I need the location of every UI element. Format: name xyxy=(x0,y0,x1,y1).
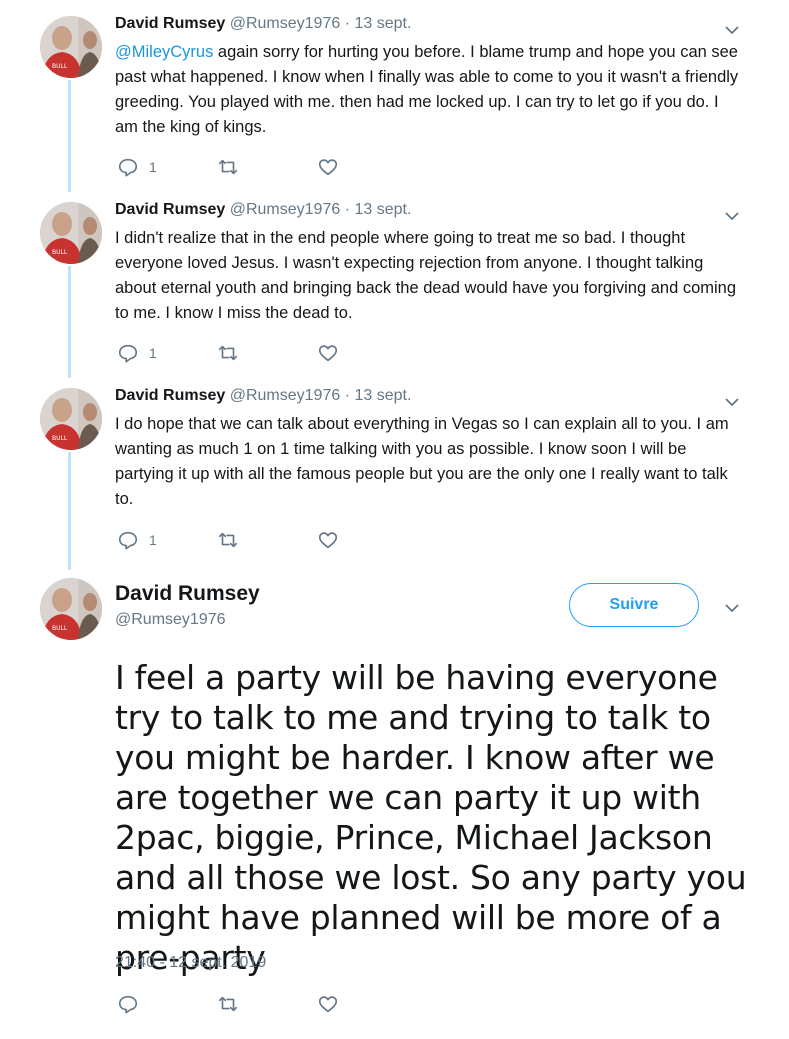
avatar[interactable]: BULL xyxy=(40,578,102,640)
tweet-date[interactable]: 13 sept. xyxy=(354,387,411,404)
avatar[interactable]: BULL xyxy=(40,388,102,450)
author-handle[interactable]: @Rumsey1976 xyxy=(230,201,341,218)
retweet-icon xyxy=(218,532,238,548)
tweet-text: I didn't realize that in the end people … xyxy=(115,229,737,322)
retweet-button[interactable] xyxy=(217,992,239,1016)
retweet-icon xyxy=(218,996,238,1012)
separator: · xyxy=(344,387,351,404)
heart-icon xyxy=(318,159,338,176)
svg-text:BULL: BULL xyxy=(52,63,68,70)
main-tweet-text: I feel a party will be having everyone t… xyxy=(115,658,747,977)
retweet-icon xyxy=(218,345,238,361)
reply-icon xyxy=(118,158,138,177)
reply-count: 1 xyxy=(149,532,157,548)
reply-icon xyxy=(118,995,138,1014)
reply-count: 1 xyxy=(149,345,157,361)
tweet-header: David Rumsey @Rumsey1976 · 13 sept. xyxy=(115,386,411,406)
author-name[interactable]: David Rumsey xyxy=(115,387,225,404)
mention-link[interactable]: @MileyCyrus xyxy=(115,43,213,61)
heart-icon xyxy=(318,996,338,1013)
like-button[interactable] xyxy=(317,992,339,1016)
reply-button[interactable] xyxy=(117,992,139,1016)
retweet-button[interactable] xyxy=(217,155,239,179)
author-name[interactable]: David Rumsey xyxy=(115,582,260,606)
tweet-text: I do hope that we can talk about everyth… xyxy=(115,415,729,508)
author-handle[interactable]: @Rumsey1976 xyxy=(230,15,341,32)
avatar-photo: BULL xyxy=(40,202,102,264)
heart-icon xyxy=(318,345,338,362)
like-button[interactable] xyxy=(317,341,339,365)
reply-button[interactable]: 1 xyxy=(117,155,157,179)
reply-button[interactable]: 1 xyxy=(117,341,157,365)
author-name[interactable]: David Rumsey xyxy=(115,15,225,32)
retweet-button[interactable] xyxy=(217,341,239,365)
separator: · xyxy=(344,201,351,218)
tweet-header: David Rumsey @Rumsey1976 · 13 sept. xyxy=(115,200,411,220)
author-handle[interactable]: @Rumsey1976 xyxy=(115,611,226,629)
thread-tweet[interactable]: BULL David Rumsey @Rumsey1976 · 13 sept.… xyxy=(0,14,789,194)
reply-count: 1 xyxy=(149,159,157,175)
tweet-text: @MileyCyrus again sorry for hurting you … xyxy=(115,40,745,140)
svg-text:BULL: BULL xyxy=(52,249,68,256)
chevron-down-icon[interactable] xyxy=(722,392,742,412)
follow-button[interactable]: Suivre xyxy=(569,583,699,627)
tweet-header: David Rumsey @Rumsey1976 · 13 sept. xyxy=(115,14,411,34)
tweet-timestamp[interactable]: 21:40 - 12 sept. 2019 xyxy=(115,954,266,972)
reply-icon xyxy=(118,531,138,550)
retweet-icon xyxy=(218,159,238,175)
heart-icon xyxy=(318,532,338,549)
like-button[interactable] xyxy=(317,528,339,552)
tweet-date[interactable]: 13 sept. xyxy=(354,15,411,32)
author-handle[interactable]: @Rumsey1976 xyxy=(230,387,341,404)
retweet-button[interactable] xyxy=(217,528,239,552)
avatar-photo: BULL xyxy=(40,16,102,78)
chevron-down-icon[interactable] xyxy=(722,598,742,618)
reply-button[interactable]: 1 xyxy=(117,528,157,552)
tweet-date[interactable]: 13 sept. xyxy=(354,201,411,218)
thread-tweet[interactable]: BULL David Rumsey @Rumsey1976 · 13 sept.… xyxy=(0,386,789,566)
svg-text:BULL: BULL xyxy=(52,435,68,442)
avatar-photo: BULL xyxy=(40,388,102,450)
chevron-down-icon[interactable] xyxy=(722,206,742,226)
reply-icon xyxy=(118,344,138,363)
avatar[interactable]: BULL xyxy=(40,16,102,78)
svg-text:BULL: BULL xyxy=(52,625,68,632)
avatar-photo: BULL xyxy=(40,578,102,640)
chevron-down-icon[interactable] xyxy=(722,20,742,40)
thread-tweet[interactable]: BULL David Rumsey @Rumsey1976 · 13 sept.… xyxy=(0,200,789,380)
separator: · xyxy=(344,15,351,32)
author-name[interactable]: David Rumsey xyxy=(115,201,225,218)
like-button[interactable] xyxy=(317,155,339,179)
main-tweet[interactable]: BULL David Rumsey @Rumsey1976 Suivre I f… xyxy=(0,574,789,1034)
avatar[interactable]: BULL xyxy=(40,202,102,264)
